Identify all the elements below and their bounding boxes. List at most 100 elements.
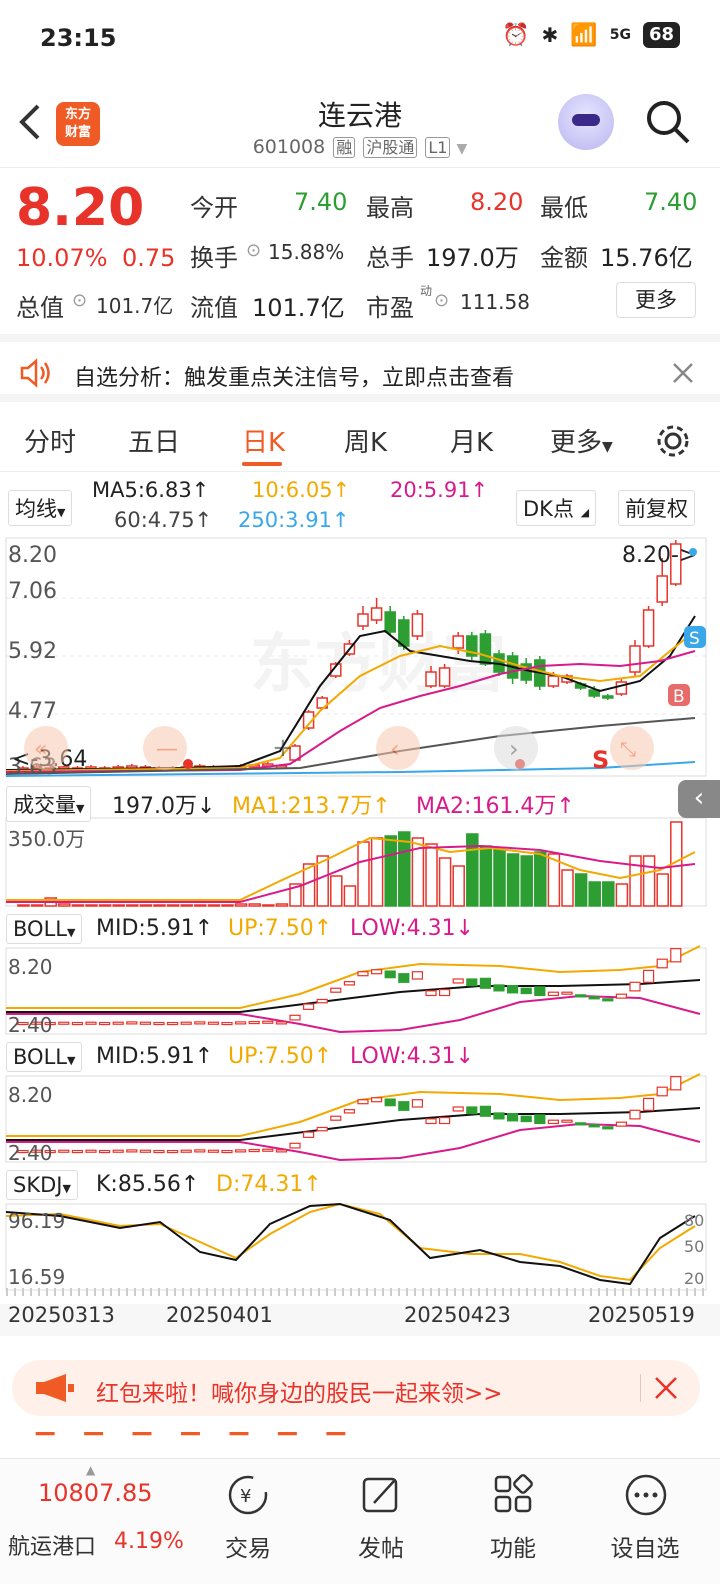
boll-candle (85, 1149, 97, 1153)
promo-banner[interactable]: 红包来啦！喊你身边的股民一起来领>> (12, 1360, 700, 1416)
nav-post[interactable]: 发帖 (336, 1529, 426, 1563)
amount-value: 15.76亿 (600, 244, 693, 272)
boll2-selector[interactable]: BOLL▼ (6, 1042, 83, 1072)
volume-bar (17, 904, 30, 907)
boll-candle (139, 1021, 151, 1025)
chevron-down-icon: ▼ (602, 439, 613, 455)
post-icon[interactable] (360, 1473, 404, 1517)
candle (425, 671, 437, 687)
boll-candle (180, 1021, 192, 1025)
gear-icon[interactable] (654, 422, 692, 460)
stock-code: 601008 (252, 136, 326, 158)
trade-icon[interactable]: ¥ (226, 1473, 270, 1517)
collapse-panel-button[interactable]: ‹ (678, 780, 720, 818)
boll1-mid: MID:5.91↑ (96, 916, 214, 941)
boll-candle (547, 991, 560, 997)
more-button[interactable]: 更多 (616, 282, 696, 318)
info-icon[interactable]: ⊙ (72, 290, 87, 311)
speaker-icon (20, 358, 50, 388)
volume-bar (602, 881, 615, 907)
volume-y-label: 350.0万 (8, 827, 85, 851)
boll-candle (112, 1149, 124, 1153)
boll-candle (357, 971, 369, 977)
dropdown-icon[interactable]: ▼ (457, 141, 468, 157)
plus-icon[interactable]: + (272, 733, 294, 763)
tab-weekly-k[interactable]: 周K (344, 422, 387, 459)
index-value[interactable]: 10807.85 (38, 1479, 153, 1507)
function-grid-icon[interactable] (492, 1473, 536, 1517)
info-icon[interactable]: ⊙ (246, 240, 261, 261)
boll2-y-top: 8.20 (8, 1083, 53, 1107)
close-icon[interactable] (654, 1376, 678, 1400)
volume-bar (520, 855, 533, 907)
signal-dot (183, 759, 193, 769)
volume-bar (139, 904, 153, 907)
nav-add-watchlist[interactable]: 设自选 (600, 1529, 690, 1563)
ma-selector[interactable]: 均线▼ (8, 490, 73, 526)
close-icon[interactable] (672, 362, 694, 384)
boll-candle (629, 981, 641, 992)
skdj-y-bottom: 16.59 (8, 1265, 65, 1289)
boll-candle (602, 998, 614, 1002)
more-dots-icon[interactable] (624, 1473, 668, 1517)
info-icon[interactable]: ⊙ (434, 290, 449, 311)
boll-candle (588, 1124, 600, 1128)
search-icon[interactable] (644, 98, 692, 146)
nav-function[interactable]: 功能 (468, 1529, 558, 1563)
volume-bar (357, 841, 370, 907)
tab-daily-k[interactable]: 日K (242, 422, 285, 459)
volume-bar (561, 869, 574, 907)
tab-more[interactable]: 更多▼ (550, 422, 613, 459)
boll-candle (275, 1149, 287, 1153)
high-label: 最高 (366, 194, 414, 222)
notice-bar[interactable]: 自选分析：触发重点关注信号，立即点击查看 (0, 334, 720, 402)
volume-bar (615, 883, 629, 907)
volume-bar (534, 851, 547, 907)
boll-candle (248, 1148, 260, 1153)
boll-candle (71, 1149, 84, 1154)
volume-selector[interactable]: 成交量▼ (6, 786, 92, 822)
ma10-value: 10:6.05↑ (252, 478, 351, 502)
dk-point-button[interactable]: DK点 ◢ (516, 490, 597, 526)
boll-candle (411, 971, 423, 980)
boll-candle (493, 1112, 505, 1120)
nav-trade[interactable]: 交易 (203, 1529, 293, 1563)
boll-candle (642, 1097, 655, 1111)
boll-candle (439, 988, 451, 997)
boll-candle (439, 1116, 451, 1125)
volume-bar (588, 881, 601, 907)
boll2-low: LOW:4.31↓ (350, 1044, 475, 1069)
assistant-avatar[interactable] (558, 94, 614, 150)
volume-ma2: MA2:161.4万↑ (416, 794, 575, 819)
tab-five-day[interactable]: 五日 (128, 422, 180, 459)
boll-candle (452, 978, 464, 984)
adjust-button[interactable]: 前复权 (618, 490, 695, 526)
low-label: 最低 (540, 194, 588, 222)
index-name[interactable]: 航运港口 (8, 1529, 96, 1561)
tag-margin: 融 (333, 137, 356, 158)
boll-candle (330, 1115, 342, 1121)
boll-candle (98, 1021, 111, 1026)
double-left-icon: « (34, 737, 47, 762)
candle (479, 633, 492, 665)
boll-candle (520, 987, 532, 995)
boll1-selector[interactable]: BOLL▼ (6, 914, 83, 944)
boll-candle (235, 1149, 247, 1153)
boll-candle (398, 973, 410, 983)
float-value: 101.7亿 (252, 294, 345, 322)
skdj-selector[interactable]: SKDJ▼ (6, 1170, 78, 1200)
skdj-tick-20: 20 (684, 1269, 704, 1288)
status-icons: ⏰ ✱ 📶 5G 68 (502, 22, 680, 48)
last-price: 8.20 (16, 178, 145, 238)
ma20-value: 20:5.91↑ (390, 478, 489, 502)
boll-candle (167, 1149, 179, 1154)
tab-monthly-k[interactable]: 月K (450, 422, 493, 459)
boll-candle (58, 1021, 70, 1025)
volume-bar (656, 873, 669, 907)
volume-bar (221, 904, 234, 907)
boll-candle (507, 985, 519, 994)
banner-divider (640, 1374, 641, 1402)
boll-candle (371, 969, 383, 975)
buy-badge-label: B (673, 687, 685, 707)
tab-intraday[interactable]: 分时 (24, 422, 76, 459)
